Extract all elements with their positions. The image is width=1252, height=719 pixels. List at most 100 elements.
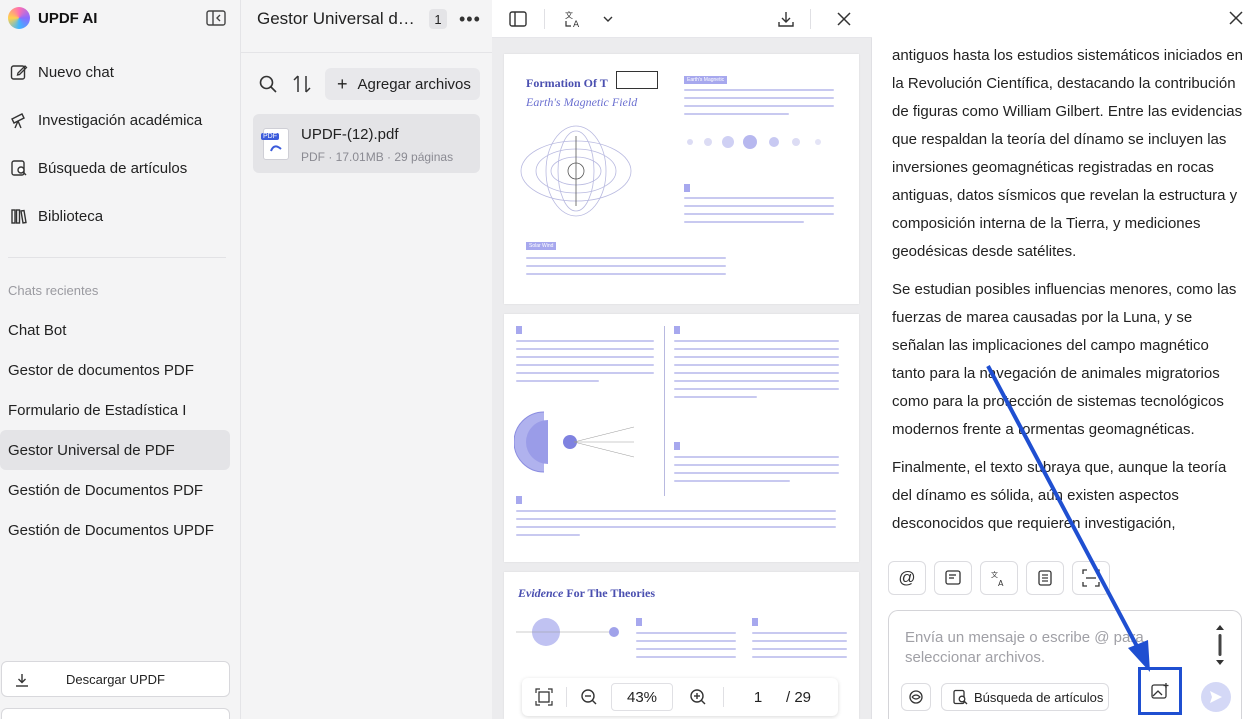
at-icon[interactable]: @ <box>888 561 926 595</box>
image-upload-icon <box>1151 683 1169 699</box>
send-button[interactable] <box>1201 682 1231 712</box>
section-tag: Earth's Magnetic <box>684 76 728 84</box>
app-window: UPDF AI Nuevo chat Investigación académi… <box>0 0 1252 719</box>
svg-text:文: 文 <box>565 10 573 20</box>
text-block <box>674 340 839 404</box>
file-name: UPDF-(12).pdf <box>301 126 399 143</box>
library-icon <box>11 209 27 224</box>
column-rule <box>664 326 665 496</box>
close-icon[interactable] <box>834 9 854 29</box>
article-search-button[interactable]: Búsqueda de artículos <box>941 683 1109 711</box>
text-block <box>636 632 736 664</box>
chat-title: Gestor Universal de PDF <box>257 9 421 28</box>
document-search-icon <box>11 160 27 176</box>
magnetic-field-diagram <box>520 125 632 217</box>
file-item[interactable]: PDF UPDF-(12).pdf PDF · 17.01MB · 29 pág… <box>253 114 480 173</box>
chevron-down-icon[interactable] <box>598 9 618 29</box>
viewer-toolbar: 文A <box>492 0 872 38</box>
files-header: Gestor Universal de PDF 1 ••• <box>257 8 485 30</box>
plus-icon: + <box>337 74 348 94</box>
recent-chat-item[interactable]: Gestor de documentos PDF <box>0 350 230 390</box>
zoom-in-icon[interactable] <box>673 688 723 706</box>
section-tag <box>516 496 522 504</box>
toolbar-divider <box>810 9 811 29</box>
response-paragraph: antiguos hasta los estudios sistemáticos… <box>892 47 1244 260</box>
brand: UPDF AI <box>8 7 98 29</box>
send-icon <box>1210 691 1222 703</box>
response-paragraph: Finalmente, el texto subraya que, aunque… <box>892 459 1227 532</box>
recent-chat-item[interactable]: Gestión de Documentos PDF <box>0 470 230 510</box>
more-options-icon[interactable]: ••• <box>459 9 481 30</box>
svg-text:A: A <box>573 20 580 29</box>
note-icon[interactable] <box>934 561 972 595</box>
zoom-level[interactable]: 43% <box>611 683 673 711</box>
image-upload-button[interactable] <box>1138 667 1182 715</box>
nav-new-chat[interactable]: Nuevo chat <box>10 60 114 84</box>
svg-text:A: A <box>998 579 1004 587</box>
pdf-page-1: Formation Of T Earth's Magnetic Field Ea… <box>504 54 859 304</box>
download-updf-button[interactable]: Descargar UPDF <box>1 661 230 697</box>
nav-label: Biblioteca <box>38 207 104 225</box>
document-search-icon <box>953 689 968 705</box>
section-tag <box>516 326 522 334</box>
section-tag: Solar Wind <box>526 242 557 250</box>
pdf-file-icon: PDF <box>261 128 289 160</box>
download-icon <box>16 674 28 687</box>
section-tag <box>674 326 680 334</box>
text-block <box>516 510 836 542</box>
recent-chat-item[interactable]: Gestión de Documentos UPDF <box>0 510 230 550</box>
file-count-badge: 1 <box>429 9 447 29</box>
nav-academic-research[interactable]: Investigación académica <box>10 108 202 132</box>
add-files-label: Agregar archivos <box>357 75 471 93</box>
earth-layers-diagram <box>514 411 635 473</box>
translate-icon[interactable]: 文A <box>564 9 584 30</box>
recent-chat-item-active[interactable]: Gestor Universal de PDF <box>0 430 230 470</box>
translate-icon[interactable]: 文A <box>980 561 1018 595</box>
sidebar-collapse-icon[interactable] <box>206 10 226 26</box>
pdf-page-2 <box>504 314 859 562</box>
add-files-button[interactable]: + Agregar archivos <box>325 68 480 100</box>
edit-icon <box>10 65 28 80</box>
text-block <box>684 89 834 121</box>
current-page-input[interactable]: 1 <box>736 683 780 711</box>
toolbar-divider <box>544 9 545 29</box>
text-block <box>674 456 839 488</box>
page-title: Evidence For The Theories <box>518 586 655 601</box>
ai-response: antiguos hasta los estudios sistemáticos… <box>892 42 1246 548</box>
file-meta: PDF · 17.01MB · 29 páginas <box>301 150 454 164</box>
pdf-viewer: 文A Formation Of T Earth's Magnetic Field <box>492 0 872 719</box>
search-icon[interactable] <box>258 74 278 94</box>
download-icon[interactable] <box>776 9 796 29</box>
account-button-partial[interactable] <box>1 708 230 719</box>
nav-article-search[interactable]: Búsqueda de artículos <box>10 156 187 180</box>
close-icon[interactable] <box>1228 10 1244 26</box>
section-tag <box>684 184 690 192</box>
nav-library[interactable]: Biblioteca <box>10 204 103 228</box>
planet-row-diagram <box>687 135 821 149</box>
nav-label: Búsqueda de artículos <box>38 159 188 177</box>
scroll-indicator-icon[interactable] <box>1215 625 1225 665</box>
recent-chat-item[interactable]: Formulario de Estadística I <box>0 390 230 430</box>
text-block <box>516 340 654 388</box>
recent-chat-item[interactable]: Chat Bot <box>0 310 230 350</box>
text-block <box>684 197 834 229</box>
response-paragraph: Se estudian posibles influencias menores… <box>892 281 1237 438</box>
ai-model-icon[interactable] <box>901 683 931 711</box>
message-input-box[interactable]: Envía un mensaje o escribe @ para selecc… <box>888 610 1242 719</box>
zoom-out-icon[interactable] <box>567 688 611 706</box>
page-subtitle: Earth's Magnetic Field <box>526 95 638 109</box>
zoom-toolbar: 43% 1 / 29 <box>522 678 838 716</box>
message-placeholder: Envía un mensaje o escribe @ para selecc… <box>905 629 1144 666</box>
sidebar: UPDF AI Nuevo chat Investigación académi… <box>0 0 241 719</box>
scan-icon[interactable] <box>1072 561 1110 595</box>
ai-chat-panel: antiguos hasta los estudios sistemáticos… <box>872 0 1252 719</box>
dynamo-diagram <box>516 618 619 646</box>
brand-name: UPDF AI <box>38 9 98 27</box>
outline-icon[interactable] <box>1026 561 1064 595</box>
article-search-label: Búsqueda de artículos <box>974 689 1104 705</box>
sort-icon[interactable] <box>292 74 312 94</box>
title-italic: Evidence <box>518 586 564 600</box>
fit-page-icon[interactable] <box>522 688 566 706</box>
sidebar-toggle-icon[interactable] <box>508 9 528 29</box>
sidebar-divider <box>8 257 226 258</box>
